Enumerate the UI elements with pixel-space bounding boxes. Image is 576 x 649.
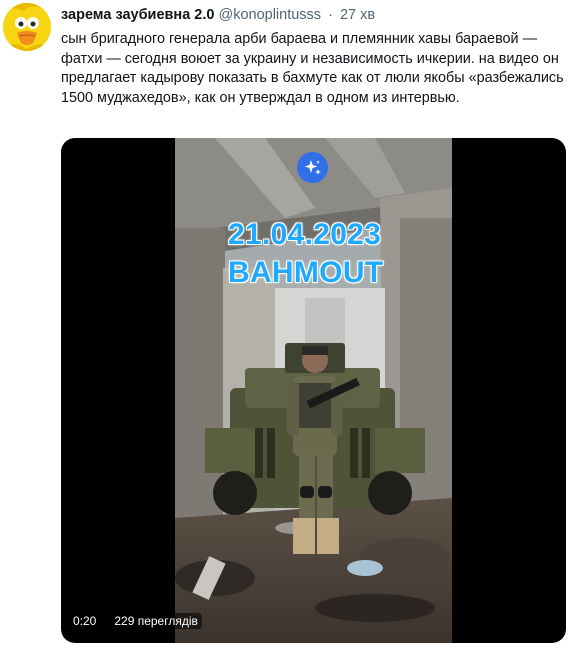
sparkle-icon — [304, 159, 321, 175]
video-overlay-date: 21.04.2023 — [228, 218, 382, 251]
video-meta: 0:20 229 переглядів — [69, 613, 202, 629]
sparkle-button[interactable] — [297, 152, 328, 183]
avatar[interactable] — [3, 3, 51, 51]
tweet-timestamp[interactable]: 27 хв — [340, 7, 375, 23]
video-duration: 0:20 — [69, 613, 101, 629]
author-handle[interactable]: @konoplintusss — [218, 7, 321, 23]
tweet-header: зарема заубиевна 2.0 @konoplintusss · 27… — [61, 7, 375, 23]
video-frame — [175, 138, 452, 643]
separator: · — [328, 7, 333, 23]
big-bird-avatar-icon — [3, 3, 51, 51]
video-scene-image — [175, 138, 452, 643]
author-name[interactable]: зарема заубиевна 2.0 — [61, 7, 214, 23]
tweet-text: сын бригадного генерала арби бараева и п… — [61, 31, 564, 106]
video-player[interactable]: 21.04.2023 BAHMOUT 0:20 229 переглядів — [61, 138, 566, 643]
video-view-count: 229 переглядів — [110, 613, 202, 629]
video-overlay-location: BAHMOUT — [228, 256, 384, 289]
